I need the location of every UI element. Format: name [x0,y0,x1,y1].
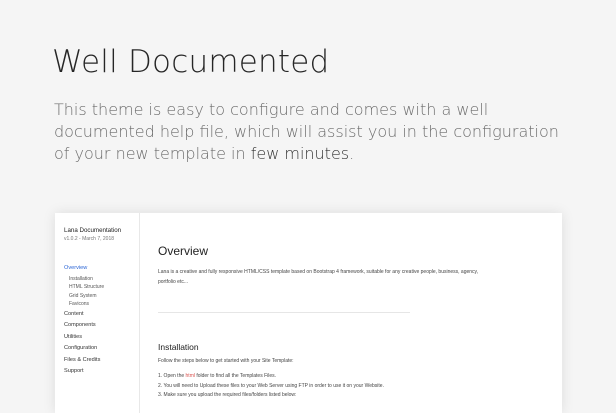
hero-description-highlight: few minutes [250,144,350,163]
nav-item-content[interactable]: Content [64,309,104,321]
nav-item-utilities[interactable]: Utilities [64,332,104,344]
installation-step: 3. Make sure you upload the required fil… [158,392,297,398]
documentation-preview: Lana Documentation v1.0.2 - March 7, 201… [55,213,562,413]
nav-subitem-grid-system[interactable]: Grid System [64,292,104,301]
overview-text: Lana is a creative and fully responsive … [158,269,479,285]
doc-version: v1.0.2 - March 7, 2018 [64,236,115,242]
installation-step: 2. You will need to Upload these files t… [158,382,384,389]
step-1-text: 1. Open the [158,373,186,379]
doc-nav: Overview Installation HTML Structure Gri… [64,263,104,378]
nav-item-configuration[interactable]: Configuration [64,343,104,355]
nav-item-overview[interactable]: Overview [64,263,104,275]
doc-brand[interactable]: Lana Documentation [64,227,121,234]
installation-title: Installation [158,342,199,352]
nav-subitem-html-structure[interactable]: HTML Structure [64,283,104,292]
nav-subitem-favicons[interactable]: Favicons [64,300,104,309]
hero-title: Well Documented [52,44,330,80]
nav-item-components[interactable]: Components [64,320,104,332]
doc-sidebar: Lana Documentation v1.0.2 - March 7, 201… [55,213,140,413]
doc-main-content: Overview Lana is a creative and fully re… [140,213,562,413]
hero-description-end: . [349,144,355,163]
installation-step: 1. Open the html folder to find all the … [158,372,384,382]
section-divider [158,312,410,313]
hero-description: This theme is easy to configure and come… [54,99,574,165]
step-1-text-end: folder to find all the Templates Files. [194,373,277,379]
installation-intro: Follow the steps below to get started wi… [158,358,294,364]
nav-subitem-installation[interactable]: Installation [64,275,104,284]
nav-item-support[interactable]: Support [64,366,104,378]
nav-item-files-credits[interactable]: Files & Credits [64,355,104,367]
installation-steps: 1. Open the html folder to find all the … [158,372,384,401]
step-1-code: html [185,373,195,379]
overview-title: Overview [158,244,209,258]
